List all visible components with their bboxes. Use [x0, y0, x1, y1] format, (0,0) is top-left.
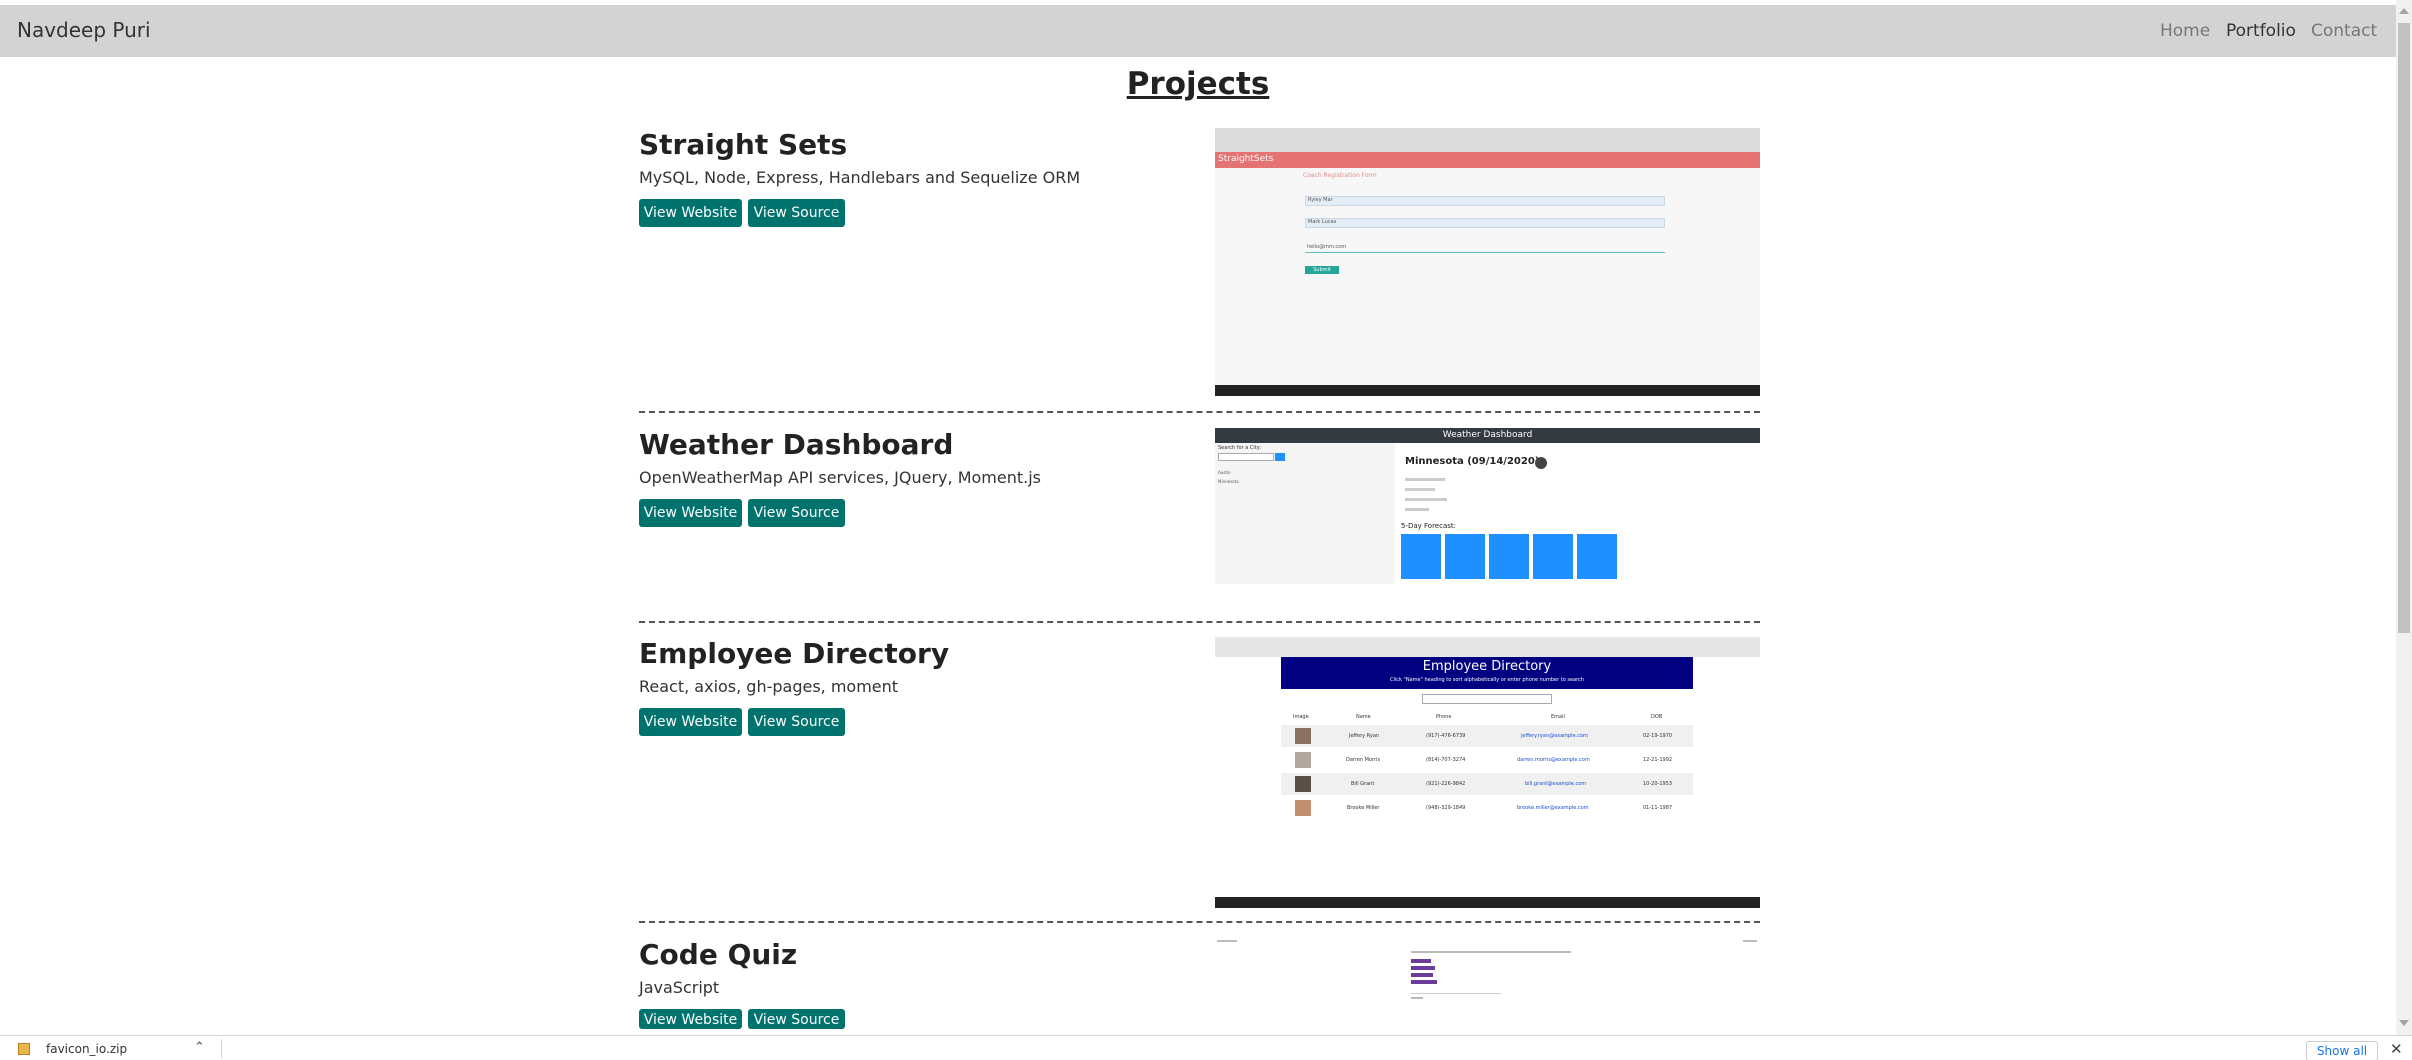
download-file-name[interactable]: favicon_io.zip: [46, 1042, 127, 1056]
view-website-button[interactable]: View Website: [639, 708, 742, 736]
project-name: Employee Directory: [639, 637, 950, 670]
view-source-button[interactable]: View Source: [748, 499, 845, 527]
thumb-field-3: hello@mm.com: [1305, 244, 1665, 253]
project-name: Code Quiz: [639, 938, 798, 971]
table-row: Jeffery Ryan (917)-476-6739 jeffery.ryan…: [1281, 725, 1693, 747]
project-name: Straight Sets: [639, 128, 848, 161]
project-tech: React, axios, gh-pages, moment: [639, 677, 899, 696]
view-website-button[interactable]: View Website: [639, 1009, 742, 1029]
brand-link[interactable]: Navdeep Puri: [17, 18, 151, 42]
thumb-taskbar: [1215, 897, 1760, 908]
browser-chrome: [1215, 128, 1760, 152]
thumb-header-bar: Weather Dashboard: [1215, 428, 1760, 443]
browser-chrome: [1215, 637, 1760, 657]
project-name: Weather Dashboard: [639, 428, 954, 461]
scrollbar-thumb[interactable]: [2398, 23, 2410, 633]
show-all-button[interactable]: Show all: [2306, 1041, 2378, 1060]
forecast-tile: [1445, 534, 1485, 579]
close-icon[interactable]: ✕: [2390, 1040, 2403, 1058]
scroll-down-arrow-icon[interactable]: [2399, 1020, 2409, 1026]
view-source-button[interactable]: View Source: [748, 708, 845, 736]
nav-home-link[interactable]: Home: [2160, 21, 2210, 41]
thumb-header-bar: StraightSets: [1215, 152, 1760, 168]
forecast-tile: [1577, 534, 1617, 579]
avatar: [1295, 752, 1311, 768]
thumb-header-bar: Employee Directory Click "Name" heading …: [1281, 657, 1693, 689]
view-source-button[interactable]: View Source: [748, 199, 845, 227]
project-tech: MySQL, Node, Express, Handlebars and Seq…: [639, 168, 1081, 187]
thumb-taskbar: [1215, 385, 1760, 396]
project-divider: [639, 411, 1760, 413]
thumb-header-text: StraightSets: [1218, 154, 1274, 164]
code-quiz-screenshot[interactable]: [1215, 938, 1760, 1035]
zip-file-icon: [18, 1043, 30, 1055]
avatar: [1295, 776, 1311, 792]
nav-contact-link[interactable]: Contact: [2311, 21, 2377, 41]
thumb-city-title: Minnesota (09/14/2020): [1405, 456, 1540, 467]
nav-portfolio-link[interactable]: Portfolio: [2226, 21, 2296, 41]
thumb-submit: Submit: [1305, 266, 1339, 274]
project-divider: [639, 921, 1760, 923]
forecast-tile: [1489, 534, 1529, 579]
forecast-tile: [1533, 534, 1573, 579]
table-row: Darren Morris (814)-707-3274 darren.morr…: [1281, 749, 1693, 771]
weather-dashboard-screenshot[interactable]: Weather Dashboard Search for a City: Aus…: [1215, 428, 1760, 584]
employee-directory-screenshot[interactable]: Employee Directory Click "Name" heading …: [1215, 637, 1760, 908]
avatar: [1295, 728, 1311, 744]
thumb-form-title: Coach Registration Form: [1303, 172, 1377, 179]
portfolio-page: Navdeep Puri Home Portfolio Contact Proj…: [0, 0, 2412, 1060]
thumb-search-label: Search for a City:: [1218, 445, 1262, 451]
project-tech: JavaScript: [639, 978, 720, 997]
table-row: Brooke Miller (948)-329-1849 brooke.mill…: [1281, 797, 1693, 819]
navbar: Navdeep Puri Home Portfolio Contact: [0, 5, 2396, 57]
forecast-tile: [1401, 534, 1441, 579]
thumb-table-header: Image Name Phone Email DOB: [1293, 714, 1663, 720]
project-divider: [639, 621, 1760, 623]
table-row: Bill Grant (921)-226-9842 bill.grant@exa…: [1281, 773, 1693, 795]
chevron-up-icon[interactable]: ⌃: [194, 1040, 205, 1055]
download-shelf: favicon_io.zip ⌃ Show all ✕: [0, 1035, 2412, 1060]
thumb-field-2: Mark Lucas: [1305, 218, 1665, 228]
view-website-button[interactable]: View Website: [639, 499, 742, 527]
view-website-button[interactable]: View Website: [639, 199, 742, 227]
straight-sets-screenshot[interactable]: StraightSets Coach Registration Form Ryl…: [1215, 128, 1760, 396]
thumb-field-1: Ryley Mar: [1305, 196, 1665, 206]
thumb-header-text: Weather Dashboard: [1442, 430, 1533, 440]
scroll-up-arrow-icon[interactable]: [2399, 8, 2409, 14]
project-tech: OpenWeatherMap API services, JQuery, Mom…: [639, 468, 1041, 487]
view-source-button[interactable]: View Source: [748, 1009, 845, 1029]
download-separator: [221, 1039, 222, 1059]
avatar: [1295, 800, 1311, 816]
thumb-forecast-label: 5-Day Forecast:: [1401, 522, 1457, 530]
thumb-search-box: [1422, 694, 1552, 704]
page-title: Projects: [1126, 66, 1270, 102]
